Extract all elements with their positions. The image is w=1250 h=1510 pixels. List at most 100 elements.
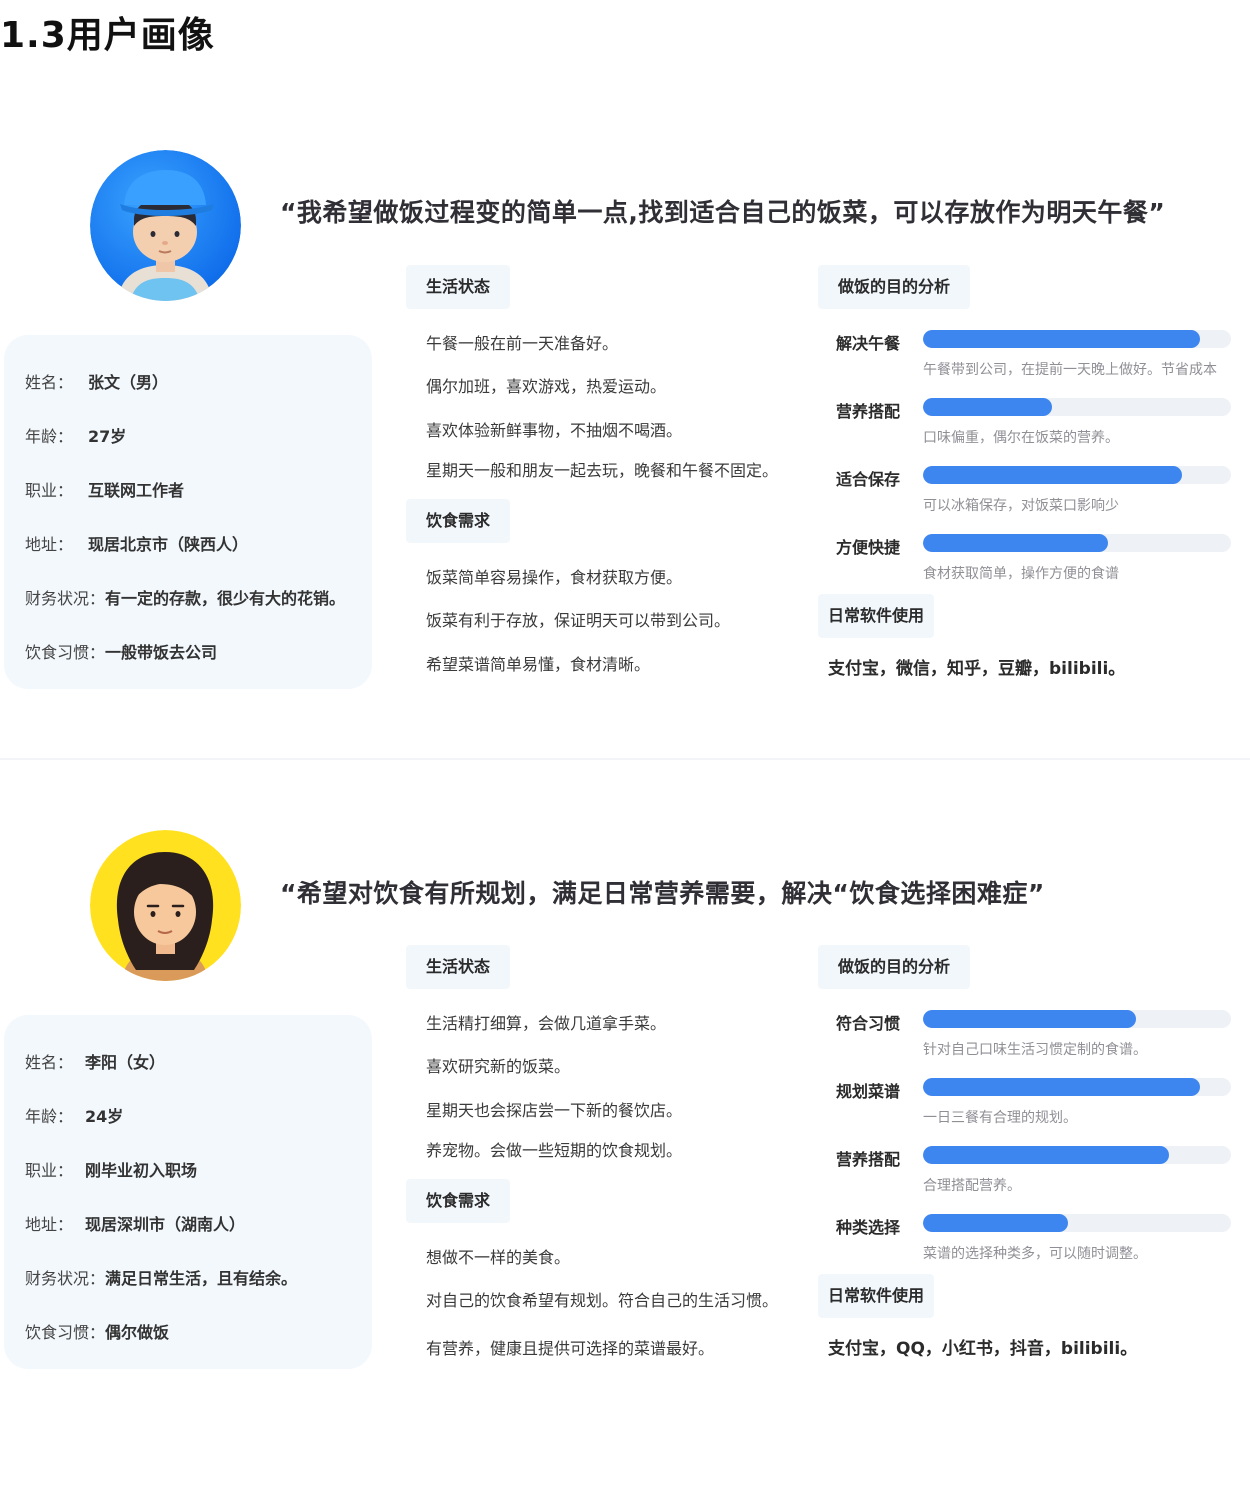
analysis-desc: 口味偏重，偶尔在饭菜的营养。 [923,430,1119,446]
analysis-label: 规划菜谱 [836,1082,901,1101]
section-diet-needs: 饮食需求 [406,1179,511,1223]
analysis-label: 种类选择 [836,1218,901,1237]
info-address-value: 现居深圳市（湖南人） [85,1215,246,1234]
life-item: 养宠物。会做一些短期的饮食规划。 [426,1141,683,1160]
analysis-desc: 午餐带到公司，在提前一天晚上做好。节省成本 [923,362,1217,378]
needs-item: 想做不一样的美食。 [426,1248,571,1267]
section-cooking-analysis: 做饭的目的分析 [818,945,971,989]
info-name: 姓名： 李阳（女） [25,1049,165,1073]
info-finance: 财务状况：满足日常生活，且有结余。 [25,1265,297,1289]
page-title: 1.3用户画像 [0,15,215,56]
analysis-label: 营养搭配 [836,402,901,421]
analysis-label: 适合保存 [836,470,901,489]
section-diet-needs: 饮食需求 [406,499,511,543]
analysis-bar-fill [923,1078,1201,1096]
section-daily-apps: 日常软件使用 [818,1274,935,1318]
life-item: 星期天一般和朋友一起去玩，晚餐和午餐不固定。 [426,461,779,480]
life-item: 偶尔加班，喜欢游戏，热爱运动。 [426,377,667,396]
info-diet-label: 饮食习惯： [25,1323,106,1342]
info-finance-value: 满足日常生活，且有结余。 [105,1269,298,1288]
analysis-bar-fill [923,1010,1136,1028]
info-address: 地址： 现居北京市（陕西人） [25,531,248,555]
life-item: 生活精打细算，会做几道拿手菜。 [426,1014,667,1033]
analysis-bar-fill [923,330,1201,348]
life-item: 午餐一般在前一天准备好。 [426,334,619,353]
info-name-value: 张文（男） [88,373,169,392]
analysis-desc: 针对自己口味生活习惯定制的食谱。 [923,1042,1147,1058]
analysis-bar-fill [923,534,1108,552]
analysis-desc: 可以冰箱保存，对饭菜口影响少 [923,498,1119,514]
info-age-value: 27岁 [88,427,127,446]
life-item: 喜欢体验新鲜事物，不抽烟不喝酒。 [426,421,683,440]
analysis-bar [923,466,1231,484]
analysis-desc: 合理搭配营养。 [923,1178,1021,1194]
apps-list: 支付宝，微信，知乎，豆瓣，bilibili。 [828,659,1126,679]
divider [0,758,1250,760]
info-address-value: 现居北京市（陕西人） [88,535,249,554]
info-address: 地址： 现居深圳市（湖南人） [25,1211,245,1235]
persona-quote: “我希望做饭过程变的简单一点,找到适合自己的饭菜，可以存放作为明天午餐” [280,198,1166,227]
info-job: 职业： 互联网工作者 [25,477,184,501]
info-name-label: 姓名： [25,1053,74,1072]
analysis-bar-fill [923,1146,1170,1164]
section-life-status: 生活状态 [406,945,511,989]
needs-item: 饭菜简单容易操作，食材获取方便。 [426,568,683,587]
info-finance-label: 财务状况： [25,1269,106,1288]
girl-yellow-bg-avatar-icon [90,830,241,981]
info-card: 姓名： 张文（男） 年龄： 27岁 职业： 互联网工作者 地址： 现居北京市（陕西人） … [4,335,372,689]
analysis-label: 解决午餐 [836,334,901,353]
analysis-bar [923,330,1231,348]
section-daily-apps: 日常软件使用 [818,594,935,638]
info-diet-value: 一般带饭去公司 [105,643,218,662]
info-age-value: 24岁 [85,1107,124,1126]
info-diet-value: 偶尔做饭 [105,1323,170,1342]
analysis-bar-fill [923,1214,1068,1232]
info-finance-value: 有一定的存款，很少有大的花销。 [105,589,346,608]
boy-blue-cap-avatar-icon [90,150,241,301]
info-name-value: 李阳（女） [85,1053,166,1072]
info-job-value: 互联网工作者 [88,481,185,500]
life-item: 喜欢研究新的饭菜。 [426,1057,571,1076]
persona-card-2: “希望对饮食有所规划，满足日常营养需要，解决“饮食选择困难症” 姓名： 李阳（女）… [0,830,1250,1510]
analysis-bar-fill [923,398,1053,416]
info-job-label: 职业： [25,1161,74,1180]
analysis-bar-fill [923,466,1182,484]
persona-quote: “希望对饮食有所规划，满足日常营养需要，解决“饮食选择困难症” [280,879,1045,908]
info-finance: 财务状况：有一定的存款，很少有大的花销。 [25,585,345,609]
analysis-desc: 食材获取简单，操作方便的食谱 [923,566,1119,582]
apps-list: 支付宝，QQ，小红书，抖音，bilibili。 [828,1339,1138,1359]
analysis-bar [923,1010,1231,1028]
info-age: 年龄： 27岁 [25,423,126,447]
analysis-label: 营养搭配 [836,1150,901,1169]
section-life-status: 生活状态 [406,265,511,309]
info-diet-label: 饮食习惯： [25,643,106,662]
info-card: 姓名： 李阳（女） 年龄： 24岁 职业： 刚毕业初入职场 地址： 现居深圳市（湖南人）… [4,1015,372,1369]
needs-item: 饭菜有利于存放，保证明天可以带到公司。 [426,611,731,630]
analysis-bar [923,1078,1231,1096]
analysis-bar [923,398,1231,416]
info-name: 姓名： 张文（男） [25,369,168,393]
analysis-bar [923,1146,1231,1164]
info-job: 职业： 刚毕业初入职场 [25,1157,197,1181]
info-age: 年龄： 24岁 [25,1103,123,1127]
analysis-label: 方便快捷 [836,538,901,557]
life-item: 星期天也会探店尝一下新的餐饮店。 [426,1101,683,1120]
info-age-label: 年龄： [25,427,74,446]
info-finance-label: 财务状况： [25,589,106,608]
analysis-bar [923,534,1231,552]
analysis-label: 符合习惯 [836,1014,901,1033]
analysis-bar [923,1214,1231,1232]
info-age-label: 年龄： [25,1107,74,1126]
needs-item: 有营养，健康且提供可选择的菜谱最好。 [426,1339,715,1358]
needs-item: 希望菜谱简单易懂，食材清晰。 [426,655,651,674]
needs-item: 对自己的饮食希望有规划。符合自己的生活习惯。 [426,1291,779,1310]
info-name-label: 姓名： [25,373,74,392]
section-cooking-analysis: 做饭的目的分析 [818,265,971,309]
analysis-desc: 菜谱的选择种类多，可以随时调整。 [923,1246,1147,1262]
info-address-label: 地址： [25,1215,74,1234]
analysis-desc: 一日三餐有合理的规划。 [923,1110,1077,1126]
info-address-label: 地址： [25,535,74,554]
info-diet: 饮食习惯：一般带饭去公司 [25,639,217,663]
info-job-label: 职业： [25,481,74,500]
info-diet: 饮食习惯：偶尔做饭 [25,1319,169,1343]
